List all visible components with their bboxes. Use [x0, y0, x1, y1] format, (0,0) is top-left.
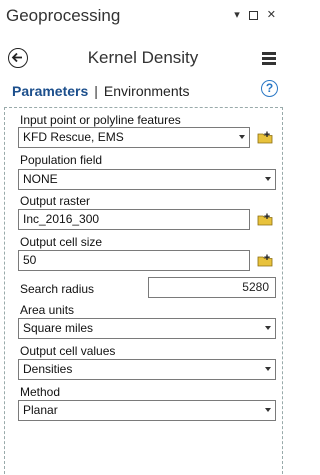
browse-folder-icon[interactable]	[257, 213, 273, 226]
search-radius-input[interactable]: 5280	[148, 277, 276, 298]
pane-header: Geoprocessing ▾ ✕	[0, 0, 286, 34]
cell-size-value: 50	[23, 253, 37, 267]
area-units-label: Area units	[20, 303, 75, 317]
method-dropdown[interactable]: Planar	[18, 400, 276, 421]
cell-size-label: Output cell size	[20, 235, 103, 249]
close-icon[interactable]: ✕	[267, 9, 276, 21]
output-raster-label: Output raster	[20, 194, 91, 208]
tab-environments[interactable]: Environments	[104, 83, 190, 99]
back-button[interactable]	[8, 48, 28, 68]
area-units-dropdown[interactable]: Square miles	[18, 318, 276, 339]
cell-values-label: Output cell values	[20, 344, 116, 358]
cell-size-input[interactable]: 50	[18, 250, 250, 271]
output-raster-value: Inc_2016_300	[23, 212, 100, 226]
restore-icon[interactable]	[248, 11, 258, 20]
tab-separator: |	[94, 83, 98, 99]
cell-values-dropdown[interactable]: Densities	[18, 359, 276, 380]
cell-values-value: Densities	[23, 362, 73, 376]
input-features-dropdown[interactable]: KFD Rescue, EMS	[18, 127, 250, 148]
chevron-down-icon	[239, 135, 245, 139]
pane-title: Geoprocessing	[6, 6, 121, 25]
tool-header: Kernel Density	[0, 44, 286, 72]
pane-controls: ▾ ✕	[234, 9, 276, 21]
method-value: Planar	[23, 403, 58, 417]
browse-folder-icon[interactable]	[257, 254, 273, 267]
tool-title: Kernel Density	[87, 48, 199, 67]
output-raster-input[interactable]: Inc_2016_300	[18, 209, 250, 230]
browse-folder-icon[interactable]	[257, 131, 273, 144]
tab-parameters[interactable]: Parameters	[12, 83, 88, 99]
population-field-label: Population field	[20, 153, 103, 167]
help-icon[interactable]: ?	[261, 80, 278, 97]
tab-bar: Parameters | Environments	[12, 82, 190, 100]
chevron-down-icon	[265, 408, 271, 412]
area-units-value: Square miles	[23, 321, 94, 335]
pin-dropdown-icon[interactable]: ▾	[234, 9, 240, 21]
back-arrow-icon	[11, 52, 22, 63]
input-features-value: KFD Rescue, EMS	[23, 130, 124, 144]
population-field-dropdown[interactable]: NONE	[18, 169, 276, 190]
population-field-value: NONE	[23, 172, 58, 186]
search-radius-label: Search radius	[20, 282, 95, 296]
chevron-down-icon	[265, 326, 271, 330]
menu-icon[interactable]	[262, 52, 276, 65]
input-features-label: Input point or polyline features	[20, 113, 181, 127]
method-label: Method	[20, 385, 61, 399]
chevron-down-icon	[265, 177, 271, 181]
chevron-down-icon	[265, 367, 271, 371]
